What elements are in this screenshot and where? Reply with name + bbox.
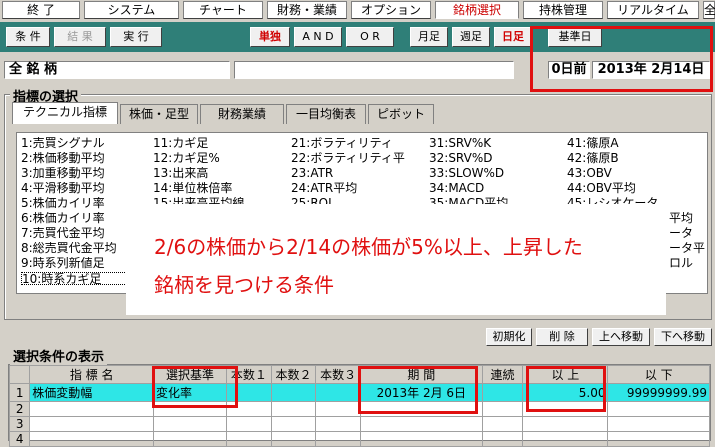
indicator-item[interactable]: 平均: [669, 212, 707, 225]
indicator-item[interactable]: 45:レシオケータ: [567, 197, 667, 204]
tab-ichimoku[interactable]: 一目均衡表: [286, 104, 366, 124]
indicator-item[interactable]: 12:カギ足%: [153, 152, 285, 165]
count2-cell[interactable]: [270, 383, 317, 402]
indicator-item[interactable]: ロル: [669, 257, 707, 270]
menu-bar: 終 了 システム チャート 財務・業績 オプション 銘柄選択 持株管理 リアルタ…: [0, 0, 715, 20]
indicator-item[interactable]: 41:篠原A: [567, 137, 667, 150]
menu-exit[interactable]: 終 了: [2, 1, 80, 19]
menu-system[interactable]: システム: [84, 1, 179, 19]
menu-finance[interactable]: 財務・業績: [267, 1, 347, 19]
continuous-cell[interactable]: [481, 383, 524, 402]
max-cell[interactable]: 99999999.99: [607, 383, 710, 402]
indicator-item[interactable]: 33:SLOW%D: [429, 167, 563, 180]
init-button[interactable]: 初期化: [486, 328, 532, 346]
condition-group-title: 選択条件の表示: [10, 346, 108, 365]
col-max[interactable]: 以 下: [607, 365, 710, 384]
highlight-box-criterion: [152, 366, 238, 408]
tab-price-pattern[interactable]: 株価・足型: [120, 104, 198, 124]
table-row[interactable]: 3: [8, 416, 710, 432]
indicator-item[interactable]: 1:売買シグナル: [21, 137, 149, 150]
row-number: 2: [8, 401, 31, 417]
menu-stock-select[interactable]: 銘柄選択: [435, 1, 519, 19]
indicator-item[interactable]: 7:売買代金平均: [21, 227, 131, 240]
indicator-item[interactable]: 6:株価カイリ率: [21, 212, 131, 225]
indicator-item[interactable]: 4:平滑移動平均: [21, 182, 149, 195]
highlight-box-period: [358, 366, 478, 414]
menu-holdings[interactable]: 持株管理: [523, 1, 603, 19]
monthly-button[interactable]: 月足: [410, 27, 448, 47]
daily-button[interactable]: 日足: [494, 27, 532, 47]
tab-technical[interactable]: テクニカル指標: [12, 102, 118, 124]
table-row[interactable]: 4: [8, 431, 710, 447]
row-number: 1: [8, 383, 31, 402]
or-button[interactable]: O R: [346, 27, 394, 47]
single-button[interactable]: 単独: [250, 27, 290, 47]
execute-button[interactable]: 実 行: [110, 27, 162, 47]
move-up-button[interactable]: 上へ移動: [592, 328, 650, 346]
indicator-item[interactable]: ータ: [669, 227, 707, 240]
conditions-button[interactable]: 条 件: [6, 27, 50, 47]
indicator-item[interactable]: 23:ATR: [291, 167, 425, 180]
menu-option[interactable]: オプション: [351, 1, 431, 19]
weekly-button[interactable]: 週足: [452, 27, 490, 47]
highlight-box-min: [526, 366, 606, 412]
annotation-line-1: 2/6の株価から2/14の株価が5%以上、上昇した: [154, 235, 583, 259]
indicator-item[interactable]: 11:カギ足: [153, 137, 285, 150]
col-count3[interactable]: 本数３: [315, 365, 361, 384]
indicator-item[interactable]: 43:OBV: [567, 167, 667, 180]
indicator-item[interactable]: 42:篠原B: [567, 152, 667, 165]
col-indicator-name[interactable]: 指 標 名: [29, 365, 155, 384]
indicator-item[interactable]: 10:時系カギ足: [21, 272, 131, 285]
indicator-item[interactable]: 44:OBV平均: [567, 182, 667, 195]
indicator-item[interactable]: 24:ATR平均: [291, 182, 425, 195]
annotation-overlay: 2/6の株価から2/14の株価が5%以上、上昇した 銘柄を見つける条件: [126, 205, 666, 315]
highlight-box-date: [530, 26, 713, 92]
indicator-item[interactable]: 21:ボラティリティ: [291, 137, 425, 150]
menu-chart[interactable]: チャート: [183, 1, 263, 19]
indicator-name-cell[interactable]: 株価変動幅: [29, 383, 155, 402]
indicator-item[interactable]: 9:時系列新値足: [21, 257, 131, 270]
indicator-item[interactable]: 35:MACD平均: [429, 197, 563, 204]
col-continuous[interactable]: 連続: [481, 365, 524, 384]
stock-name-field: [234, 61, 514, 79]
col-count2[interactable]: 本数２: [270, 365, 317, 384]
row-number: 4: [8, 431, 31, 447]
all-stocks-label: 全 銘 柄: [4, 61, 230, 79]
indicator-item[interactable]: 13:出来高: [153, 167, 285, 180]
indicator-item[interactable]: 34:MACD: [429, 182, 563, 195]
tab-pivot[interactable]: ピボット: [368, 104, 434, 124]
indicator-item[interactable]: 31:SRV%K: [429, 137, 563, 150]
indicator-item[interactable]: 15:出来高平均線: [153, 197, 285, 204]
col-no: [8, 365, 31, 384]
indicator-item[interactable]: 3:加重移動平均: [21, 167, 149, 180]
results-button[interactable]: 結 果: [54, 27, 106, 47]
indicator-item[interactable]: 8:総売買代金平均: [21, 242, 131, 255]
annotation-line-2: 銘柄を見つける条件: [154, 273, 334, 297]
menu-all[interactable]: 全: [703, 1, 715, 19]
row-number: 3: [8, 416, 31, 432]
indicator-item[interactable]: ータ平: [669, 242, 707, 255]
and-button[interactable]: A N D: [294, 27, 342, 47]
indicator-item[interactable]: 32:SRV%D: [429, 152, 563, 165]
indicator-item[interactable]: 25:ROI: [291, 197, 425, 204]
indicator-item[interactable]: 22:ボラティリティ平: [291, 152, 425, 165]
indicator-item[interactable]: 2:株価移動平均: [21, 152, 149, 165]
count3-cell[interactable]: [315, 383, 361, 402]
move-down-button[interactable]: 下へ移動: [654, 328, 712, 346]
menu-realtime[interactable]: リアルタイム: [607, 1, 699, 19]
tab-finance[interactable]: 財務業績: [200, 104, 284, 124]
delete-button[interactable]: 削 除: [536, 328, 588, 346]
indicator-item[interactable]: 14:単位株倍率: [153, 182, 285, 195]
